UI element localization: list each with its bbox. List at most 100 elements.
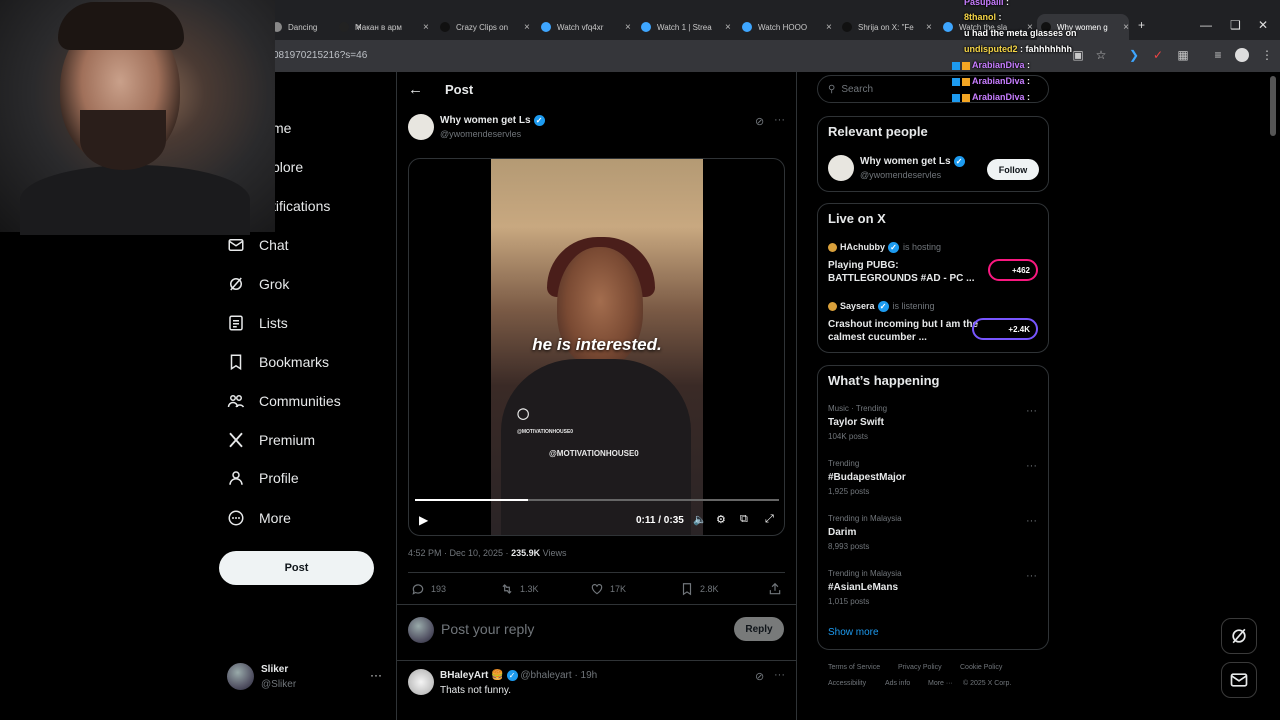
live-title-text[interactable]: Crashout incoming but I am the calmest c…	[828, 318, 978, 344]
trend-name[interactable]: #AsianLeMans	[828, 582, 898, 593]
browser-tab[interactable]: Crazy Clips on ×	[436, 14, 532, 40]
footer-link[interactable]: Cookie Policy	[960, 664, 1002, 671]
browser-tab[interactable]: Макан в арм ×	[335, 14, 431, 40]
video-player[interactable]: he is interested. ◯ @MOTIVATIONHOUSE0 @M…	[408, 158, 785, 536]
browser-tab[interactable]: Watch vfq4xr ×	[537, 14, 633, 40]
nav-item-premium[interactable]: Premium	[227, 426, 315, 454]
reply-button[interactable]: Reply	[734, 617, 784, 641]
trend-meta: Trending	[828, 459, 860, 468]
tab-close-icon[interactable]: ×	[725, 22, 731, 33]
pip-icon[interactable]: ⧉	[740, 513, 748, 526]
reply-action[interactable]: 193	[411, 582, 446, 596]
account-avatar[interactable]	[227, 663, 254, 690]
back-arrow-icon[interactable]: ←	[408, 81, 423, 98]
close-window-button[interactable]: ✕	[1258, 18, 1268, 32]
follow-button[interactable]: Follow	[987, 159, 1039, 180]
tab-close-icon[interactable]: ×	[423, 22, 429, 33]
grok-icon[interactable]: ⊘	[755, 115, 764, 128]
reply-author-avatar[interactable]	[408, 669, 434, 695]
footer-link[interactable]: Accessibility	[828, 680, 866, 687]
settings-icon[interactable]: ⚙	[716, 513, 726, 526]
nav-item-lists[interactable]: Lists	[227, 309, 288, 337]
author-avatar[interactable]	[408, 114, 434, 140]
menu-icon[interactable]: ⋮	[1260, 48, 1274, 62]
footer-link[interactable]: Ads info	[885, 680, 910, 687]
messages-fab-button[interactable]	[1221, 662, 1257, 698]
volume-icon[interactable]: 🔈	[693, 513, 707, 526]
trend-name[interactable]: #BudapestMajor	[828, 472, 906, 483]
trend-name[interactable]: Taylor Swift	[828, 417, 884, 428]
new-tab-button[interactable]: +	[1138, 18, 1145, 32]
tab-close-icon[interactable]: ×	[625, 22, 631, 33]
footer-link[interactable]: More ···	[928, 680, 953, 687]
extension-icon[interactable]: ✓	[1151, 48, 1165, 62]
star-icon[interactable]: ☆	[1094, 48, 1108, 62]
nav-item-tifications[interactable]: tifications	[272, 192, 330, 220]
install-icon[interactable]: ▣	[1071, 48, 1085, 62]
nav-item-profile[interactable]: Profile	[227, 464, 299, 492]
live-status: is listening	[892, 301, 935, 311]
bookmark-action[interactable]: 2.8K	[680, 582, 719, 596]
trend-more-icon[interactable]: ···	[1026, 405, 1037, 417]
footer-link: © 2025 X Corp.	[963, 680, 1012, 687]
reply-author-handle[interactable]: @bhaleyart · 19h	[520, 670, 597, 681]
post-button[interactable]: Post	[219, 551, 374, 585]
retweet-action[interactable]: 1.3K	[500, 582, 539, 596]
browser-tab[interactable]: Watch 1 | Strea ×	[637, 14, 733, 40]
reply-author-name[interactable]: BHaleyArt 🍔	[440, 670, 504, 681]
account-menu-button[interactable]: ···	[370, 668, 382, 682]
like-action[interactable]: 17K	[590, 582, 626, 596]
minimize-button[interactable]: —	[1200, 18, 1212, 32]
nav-item-more[interactable]: More	[227, 504, 291, 532]
puzzle-icon[interactable]: ▦	[1176, 48, 1190, 62]
show-more-link[interactable]: Show more	[828, 627, 879, 638]
trend-name[interactable]: Darim	[828, 527, 856, 538]
grok-fab-button[interactable]	[1221, 618, 1257, 654]
video-progress-bar[interactable]	[415, 499, 779, 501]
live-listeners-pill[interactable]: +462	[988, 259, 1038, 281]
relevant-name[interactable]: Why women get Ls ✓	[860, 156, 965, 167]
share-icon	[769, 582, 781, 595]
live-host-line[interactable]: HAchubby ✓ is hosting	[828, 242, 941, 254]
tab-close-icon[interactable]: ×	[524, 22, 530, 33]
nav-item-grok[interactable]: Grok	[227, 270, 289, 298]
author-name[interactable]: Why women get Ls ✓	[440, 115, 545, 126]
footer-link[interactable]: Terms of Service	[828, 664, 880, 671]
relevant-avatar[interactable]	[828, 155, 854, 181]
maximize-button[interactable]: ❑	[1230, 18, 1241, 32]
trend-more-icon[interactable]: ···	[1026, 460, 1037, 472]
url-text[interactable]: 081970215216?s=46	[273, 50, 367, 61]
more-icon[interactable]: ···	[774, 669, 785, 681]
tweet-timestamp[interactable]: 4:52 PM · Dec 10, 2025 ·	[408, 548, 509, 558]
live-title-text[interactable]: Playing PUBG: BATTLEGROUNDS #AD - PC ...	[828, 259, 978, 285]
scrollbar[interactable]	[1270, 76, 1276, 136]
tab-title: Watch vfq4xr	[557, 22, 604, 32]
browser-tab[interactable]: Watch HOOO ×	[738, 14, 834, 40]
tab-close-icon[interactable]: ×	[926, 22, 932, 33]
grok-icon[interactable]: ⊘	[755, 670, 764, 683]
share-action[interactable]	[768, 582, 788, 596]
live-host-line[interactable]: Saysera ✓ is listening	[828, 301, 935, 313]
nav-item-chat[interactable]: Chat	[227, 231, 289, 259]
relevant-handle[interactable]: @ywomendeservles	[860, 170, 941, 180]
live-listeners-pill[interactable]: +2.4K	[972, 318, 1038, 340]
trend-more-icon[interactable]: ···	[1026, 515, 1037, 527]
nav-item-plore[interactable]: plore	[272, 153, 303, 181]
play-icon[interactable]: ▶	[419, 513, 428, 527]
reply-input[interactable]: Post your reply	[441, 621, 534, 637]
fullscreen-icon[interactable]: ⤢	[765, 513, 774, 526]
profile-avatar[interactable]	[1235, 48, 1249, 62]
chat-separator: :	[1017, 44, 1026, 54]
nav-item-bookmarks[interactable]: Bookmarks	[227, 348, 329, 376]
author-handle[interactable]: @ywomendeservles	[440, 129, 521, 139]
extension-icon[interactable]: ❯	[1127, 48, 1141, 62]
nav-item-communities[interactable]: Communities	[227, 387, 341, 415]
tab-close-icon[interactable]: ×	[1123, 22, 1129, 33]
footer-link[interactable]: Privacy Policy	[898, 664, 942, 671]
tab-close-icon[interactable]: ×	[826, 22, 832, 33]
more-icon[interactable]: ···	[774, 114, 785, 126]
trend-more-icon[interactable]: ···	[1026, 570, 1037, 582]
browser-tab[interactable]: Shrija on X: "Fe ×	[838, 14, 934, 40]
video-watermark-small: @MOTIVATIONHOUSE0	[517, 429, 574, 435]
playlist-icon[interactable]: ≡	[1211, 48, 1225, 62]
